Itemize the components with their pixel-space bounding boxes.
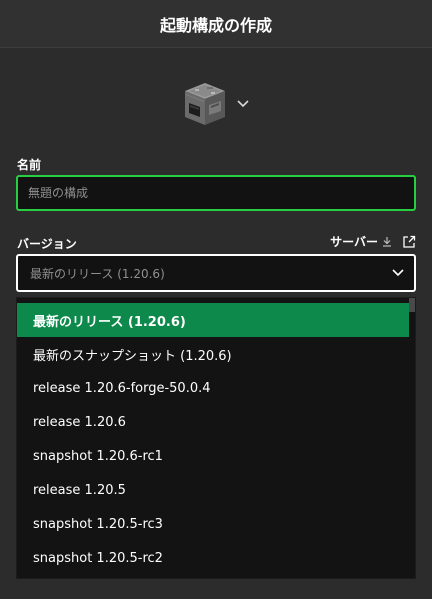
server-download-link[interactable]: サーバー bbox=[330, 233, 416, 250]
version-select-value: 最新のリリース (1.20.6) bbox=[30, 266, 165, 281]
version-select[interactable]: 最新のリリース (1.20.6) bbox=[16, 254, 416, 292]
version-option[interactable]: release 1.20.6-forge-50.0.4 bbox=[17, 371, 411, 405]
name-label: 名前 bbox=[17, 158, 42, 172]
download-icon bbox=[383, 237, 391, 247]
icon-picker[interactable] bbox=[183, 80, 249, 128]
furnace-block-icon bbox=[185, 83, 225, 125]
chevron-down-icon bbox=[392, 269, 404, 277]
version-option[interactable]: release 1.20.6 bbox=[17, 405, 411, 439]
version-dropdown-list: 最新のリリース (1.20.6) 最新のスナップショット (1.20.6) re… bbox=[16, 297, 416, 579]
version-label: バージョン bbox=[17, 237, 77, 251]
dialog-title: 起動構成の作成 bbox=[159, 15, 272, 35]
version-option[interactable]: release 1.20.5 bbox=[17, 473, 411, 507]
version-option[interactable]: snapshot 1.20.5-rc2 bbox=[17, 541, 411, 575]
external-link-icon[interactable] bbox=[402, 235, 416, 249]
version-option[interactable]: snapshot 1.20.6-rc1 bbox=[17, 439, 411, 473]
version-option[interactable]: 最新のリリース (1.20.6) bbox=[17, 303, 411, 337]
dropdown-scrollbar-thumb[interactable] bbox=[409, 298, 415, 312]
create-installation-dialog: 起動構成の作成 名前 バージョン サーバー bbox=[0, 0, 432, 599]
version-option[interactable]: 最新のスナップショット (1.20.6) bbox=[17, 337, 411, 371]
server-link-label: サーバー bbox=[330, 235, 378, 249]
chevron-down-icon bbox=[237, 100, 249, 108]
version-option[interactable]: snapshot 1.20.5-rc3 bbox=[17, 507, 411, 541]
dropdown-scrollbar[interactable] bbox=[409, 298, 415, 578]
name-input[interactable] bbox=[16, 175, 416, 211]
dialog-header: 起動構成の作成 bbox=[0, 0, 432, 48]
